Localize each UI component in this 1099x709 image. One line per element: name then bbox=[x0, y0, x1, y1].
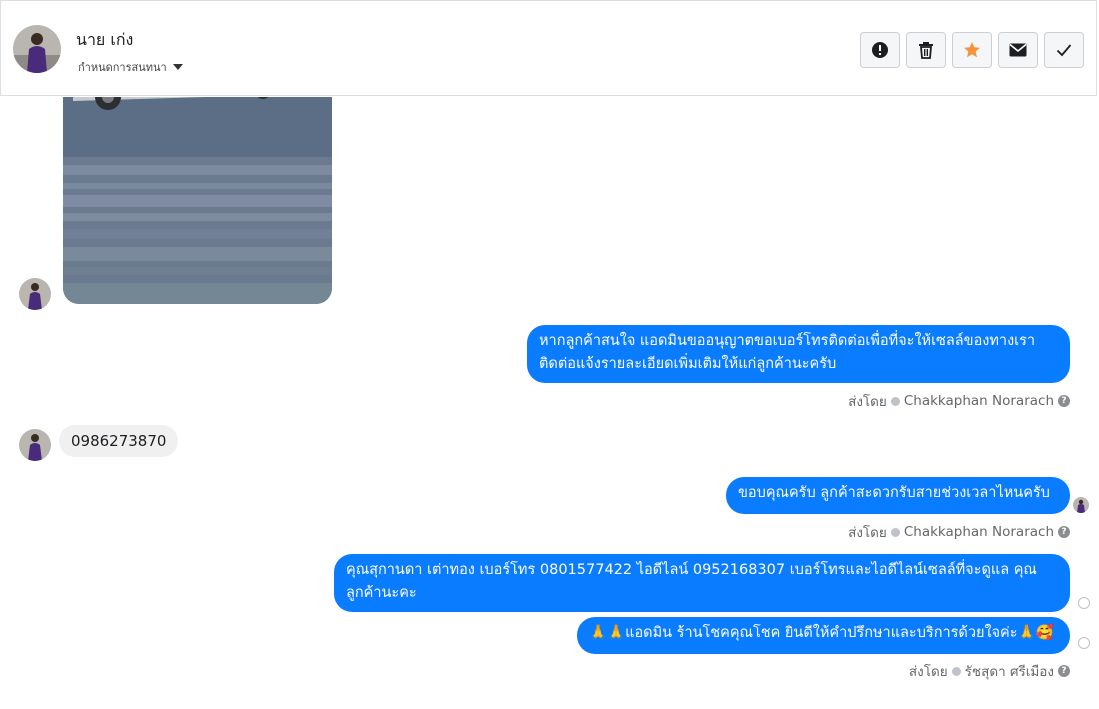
sender-avatar-icon bbox=[951, 666, 961, 676]
assign-label: กำหนดการสนทนา bbox=[78, 61, 167, 74]
sent-by-prefix: ส่งโดย bbox=[848, 394, 887, 410]
sender-name[interactable]: Chakkaphan Norarach bbox=[904, 524, 1054, 540]
sent-by-prefix: ส่งโดย bbox=[848, 525, 887, 541]
header-actions bbox=[860, 32, 1084, 68]
delivered-icon bbox=[1078, 597, 1090, 609]
help-icon[interactable]: ? bbox=[1058, 395, 1070, 407]
star-icon bbox=[964, 42, 980, 58]
seen-avatar bbox=[1073, 497, 1089, 513]
sent-by-label: ส่งโดย รัชสุดา ศรีเมือง ? bbox=[909, 660, 1070, 682]
help-icon[interactable]: ? bbox=[1058, 665, 1070, 677]
contact-avatar-small bbox=[19, 278, 51, 310]
contact-avatar[interactable] bbox=[13, 25, 61, 73]
help-icon[interactable]: ? bbox=[1058, 526, 1070, 538]
outgoing-message[interactable]: คุณสุกานดา เต่าทอง เบอร์โทร 0801577422 ไ… bbox=[334, 554, 1070, 612]
contact-avatar-small bbox=[19, 429, 51, 461]
sender-avatar-icon bbox=[890, 396, 900, 406]
trash-icon bbox=[919, 42, 933, 59]
outgoing-message[interactable]: 🙏🙏แอดมิน ร้านโชคคุณโชค ยินดีให้คำปรึกษาแ… bbox=[577, 617, 1070, 654]
incoming-photo[interactable] bbox=[63, 97, 332, 304]
delete-button[interactable] bbox=[906, 32, 946, 68]
mark-done-button[interactable] bbox=[1044, 32, 1084, 68]
spam-button[interactable] bbox=[860, 32, 900, 68]
mark-unread-button[interactable] bbox=[998, 32, 1038, 68]
sender-name[interactable]: รัชสุดา ศรีเมือง bbox=[965, 660, 1054, 682]
checkmark-icon bbox=[1056, 44, 1072, 57]
incoming-message[interactable]: 0986273870 bbox=[59, 425, 179, 457]
outgoing-message[interactable]: ขอบคุณครับ ลูกค้าสะดวกรับสายช่วงเวลาไหนค… bbox=[726, 477, 1070, 514]
outgoing-message[interactable]: หากลูกค้าสนใจ แอดมินขออนุญาตขอเบอร์โทรติ… bbox=[527, 325, 1070, 383]
sent-by-prefix: ส่งโดย bbox=[908, 664, 948, 680]
contact-name[interactable]: นาย เก่ง bbox=[76, 28, 133, 53]
message-thread[interactable]: หากลูกค้าสนใจ แอดมินขออนุญาตขอเบอร์โทรติ… bbox=[0, 97, 1099, 709]
sent-by-label: ส่งโดย Chakkaphan Norarach ? bbox=[848, 521, 1070, 543]
star-button[interactable] bbox=[952, 32, 992, 68]
chevron-down-icon bbox=[172, 64, 183, 70]
envelope-icon bbox=[1009, 43, 1027, 57]
assign-conversation-dropdown[interactable]: กำหนดการสนทนา bbox=[78, 58, 183, 76]
sender-avatar-icon bbox=[890, 527, 900, 537]
sent-by-label: ส่งโดย Chakkaphan Norarach ? bbox=[848, 390, 1070, 412]
alert-circle-icon bbox=[872, 42, 888, 58]
conversation-header: นาย เก่ง กำหนดการสนทนา bbox=[0, 0, 1097, 96]
sender-name[interactable]: Chakkaphan Norarach bbox=[904, 393, 1054, 409]
delivered-icon bbox=[1078, 637, 1090, 649]
